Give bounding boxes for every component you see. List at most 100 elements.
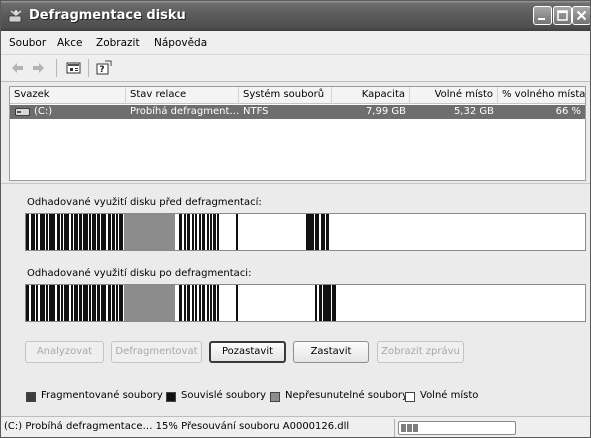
menu-zobrazit[interactable]: Zobrazit (96, 37, 140, 49)
cluster-segment (31, 214, 35, 250)
cluster-segment (184, 214, 186, 250)
cluster-segment (124, 214, 175, 250)
cluster-segment (213, 214, 216, 250)
volume-row[interactable]: (C:) Probíhá defragment… NTFS 7,99 GB 5,… (10, 105, 585, 119)
title-bar[interactable]: Defragmentace disku (1, 1, 590, 31)
volume-free-space: 5,32 GB (453, 106, 494, 117)
help-button[interactable]: ? (95, 59, 113, 77)
cluster-segment (199, 285, 201, 321)
column-header-kapacita[interactable]: Kapacita (332, 87, 410, 104)
cluster-segment (332, 285, 336, 321)
cluster-segment (71, 214, 73, 250)
cluster-segment (101, 214, 106, 250)
column-header-system-souboru[interactable]: Systém souborů (239, 87, 332, 104)
volume-list[interactable]: Svazek Stav relace Systém souborů Kapaci… (9, 86, 586, 181)
menu-soubor[interactable]: Soubor (9, 37, 46, 49)
cluster-segment (101, 285, 106, 321)
properties-icon (66, 62, 81, 74)
defrag-app-icon (8, 10, 22, 23)
minimize-button[interactable] (533, 6, 552, 25)
defragment-button[interactable]: Defragmentovat (111, 341, 202, 363)
before-defrag-display (25, 213, 586, 251)
svg-text:?: ? (99, 65, 104, 75)
free-space-swatch (405, 392, 415, 402)
cluster-segment (83, 214, 88, 250)
progress-block (413, 424, 418, 432)
cluster-segment (57, 214, 60, 250)
minimize-icon (538, 18, 545, 20)
cluster-segment (57, 285, 60, 321)
analyze-button[interactable]: Analyzovat (25, 341, 104, 363)
stop-button[interactable]: Zastavit (293, 341, 369, 363)
cluster-segment (202, 214, 205, 250)
cluster-segment (116, 285, 118, 321)
properties-button[interactable] (65, 59, 83, 77)
cluster-segment (207, 285, 209, 321)
volume-list-header: Svazek Stav relace Systém souborů Kapaci… (10, 87, 585, 104)
cluster-segment (36, 285, 38, 321)
cluster-segment (236, 285, 238, 321)
window-title: Defragmentace disku (29, 8, 186, 23)
close-icon (576, 10, 587, 21)
menu-akce[interactable]: Akce (57, 37, 83, 49)
pause-button[interactable]: Pozastavit (209, 341, 286, 363)
cluster-segment (199, 214, 201, 250)
cluster-segment (116, 214, 118, 250)
cluster-segment (61, 214, 63, 250)
forward-button[interactable] (31, 59, 47, 77)
cluster-segment (315, 285, 317, 321)
view-report-button[interactable]: Zobrazit zprávu (377, 341, 464, 363)
toolbar: ? (1, 55, 590, 82)
cluster-segment (49, 285, 55, 321)
status-separator (394, 419, 395, 437)
column-header-stav-relace[interactable]: Stav relace (126, 87, 239, 104)
cluster-segment (179, 214, 182, 250)
cluster-segment (74, 285, 78, 321)
cluster-segment (124, 285, 175, 321)
cluster-segment (112, 214, 115, 250)
cluster-segment (236, 214, 238, 250)
free-space-label: Volné místo (420, 390, 479, 401)
cluster-segment (46, 285, 48, 321)
cluster-segment (61, 285, 63, 321)
column-header-svazek[interactable]: Svazek (10, 87, 126, 104)
menu-napoveda[interactable]: Nápověda (154, 37, 207, 49)
cluster-segment (187, 285, 190, 321)
cluster-segment (119, 285, 123, 321)
cluster-segment (192, 214, 194, 250)
cluster-segment (119, 214, 123, 250)
cluster-segment (179, 285, 182, 321)
progress-block (401, 424, 406, 432)
cluster-segment (187, 214, 190, 250)
cluster-segment (306, 214, 314, 250)
hard-drive-icon (15, 108, 30, 116)
cluster-segment (326, 214, 329, 250)
fragmented-files-label: Fragmentované soubory (41, 390, 163, 401)
cluster-segment (202, 285, 205, 321)
cluster-segment (112, 285, 115, 321)
toolbar-separator (56, 59, 57, 77)
maximize-button[interactable] (553, 6, 572, 25)
cluster-segment (323, 285, 331, 321)
forward-arrow-icon (33, 63, 44, 73)
cluster-segment (89, 285, 91, 321)
cluster-segment (40, 285, 45, 321)
column-header-procento-volneho-mista[interactable]: % volného místa (498, 87, 585, 104)
cluster-segment (64, 214, 69, 250)
cluster-segment (46, 214, 48, 250)
close-button[interactable] (572, 6, 590, 25)
toolbar-separator (88, 59, 89, 77)
contiguous-files-label: Souvislé soubory (181, 390, 266, 401)
cluster-segment (79, 285, 82, 321)
cluster-segment (192, 285, 194, 321)
cluster-segment (26, 285, 29, 321)
column-header-volne-misto[interactable]: Volné místo (410, 87, 498, 104)
fragmented-files-swatch (26, 392, 36, 402)
unmovable-files-swatch (270, 392, 280, 402)
cluster-segment (195, 214, 197, 250)
cluster-segment (210, 214, 212, 250)
cluster-segment (184, 285, 186, 321)
cluster-segment (321, 214, 325, 250)
status-bar: (C:) Probíhá defragmentace… 15% Přesouvá… (1, 416, 590, 437)
back-button[interactable] (9, 59, 25, 77)
